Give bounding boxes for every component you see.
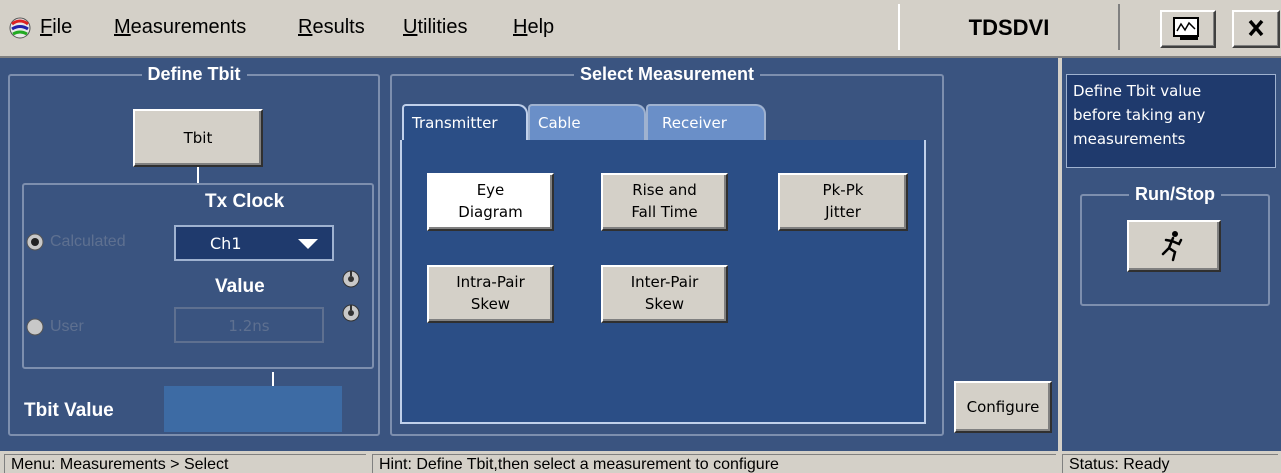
status-menu: Menu: Measurements > Select (4, 454, 366, 473)
tab-transmitter[interactable]: Transmitter (402, 104, 528, 140)
radio-unselected-icon (26, 318, 44, 336)
calculated-radio[interactable] (26, 233, 44, 251)
define-tbit-title-wrap: Define Tbit (10, 64, 378, 85)
title-box: TDSDVI (898, 4, 1120, 50)
knob-icon-svg (342, 304, 360, 322)
scope-window-icon (1173, 17, 1199, 40)
intra-pair-line1: Intra-Pair (456, 273, 525, 291)
knob-icon[interactable] (342, 304, 360, 322)
source-select-value: Ch1 (210, 234, 242, 253)
user-value-field[interactable]: 1.2ns (174, 307, 324, 343)
hint-line: measurements (1073, 130, 1186, 148)
close-icon (1248, 19, 1264, 37)
minimize-button[interactable] (1160, 10, 1216, 48)
menu-utilities-accel: U (403, 16, 418, 38)
tab-receiver[interactable]: Receiver (646, 104, 766, 140)
intra-pair-skew-button[interactable]: Intra-Pair Skew (427, 265, 554, 323)
connector-line (197, 167, 199, 183)
menu-utilities[interactable]: Utilities (403, 16, 467, 39)
tab-cable-label: Cable (538, 114, 581, 132)
rise-fall-line1: Rise and (632, 181, 697, 199)
configure-button[interactable]: Configure (954, 381, 1052, 433)
select-measurement-title-wrap: Select Measurement (392, 64, 942, 85)
status-state: Status: Ready (1062, 454, 1278, 473)
tab-cable[interactable]: Cable (528, 104, 646, 140)
right-separator (1058, 58, 1062, 451)
menu-results[interactable]: Results (298, 16, 365, 39)
intra-pair-line2: Skew (470, 295, 511, 313)
calculated-label: Calculated (50, 233, 126, 250)
app-icon[interactable] (8, 14, 32, 40)
tbit-value-label: Tbit Value (24, 400, 114, 421)
eye-diagram-button[interactable]: Eye Diagram (427, 173, 554, 231)
hint-box: Define Tbit value before taking any meas… (1066, 74, 1276, 168)
status-bar: Menu: Measurements > Select Hint: Define… (0, 451, 1281, 473)
pk-pk-jitter-button[interactable]: Pk-Pk Jitter (778, 173, 908, 231)
value-label: Value (215, 276, 265, 297)
inter-pair-skew-button[interactable]: Inter-Pair Skew (601, 265, 728, 323)
menu-utilities-rest: tilities (417, 16, 468, 38)
hint-line: before taking any (1073, 106, 1206, 124)
menu-results-accel: R (298, 16, 313, 38)
menu-measurements-accel: M (114, 16, 131, 38)
eye-diagram-line2: Diagram (458, 203, 523, 221)
tbit-button[interactable]: Tbit (133, 109, 263, 167)
select-measurement-title: Select Measurement (573, 64, 761, 84)
inter-pair-line2: Skew (644, 295, 685, 313)
menu-bar: File Measurements Results Utilities Help… (0, 0, 1281, 58)
chevron-down-icon (298, 239, 318, 249)
user-value-text: 1.2ns (228, 317, 270, 335)
menu-file-rest: ile (52, 16, 73, 38)
radio-selected-icon (26, 233, 44, 251)
menu-file-accel: F (40, 16, 53, 38)
close-button[interactable] (1232, 10, 1280, 48)
pk-pk-line1: Pk-Pk (822, 181, 864, 199)
menu-measurements[interactable]: Measurements (114, 16, 246, 39)
user-radio[interactable] (26, 318, 44, 336)
menu-help-accel: H (513, 16, 528, 38)
tbit-value-field (164, 386, 342, 432)
eye-diagram-line1: Eye (476, 181, 505, 199)
menu-help-rest: elp (527, 16, 555, 38)
menu-measurements-rest: easurements (130, 16, 247, 38)
tab-transmitter-label: Transmitter (412, 114, 498, 132)
run-stop-title: Run/Stop (1129, 184, 1221, 204)
run-stop-button[interactable] (1127, 220, 1221, 272)
define-tbit-title: Define Tbit (141, 64, 247, 84)
app-title: TDSDVI (968, 15, 1050, 40)
status-hint: Hint: Define Tbit,then select a measurem… (372, 454, 1056, 473)
tx-clock-title: Tx Clock (205, 191, 285, 212)
menu-results-rest: esults (312, 16, 365, 38)
user-label: User (50, 318, 84, 335)
pk-pk-line2: Jitter (825, 203, 861, 221)
tab-receiver-label: Receiver (662, 114, 727, 132)
knob-icon-svg (342, 270, 360, 288)
hint-line: Define Tbit value (1073, 82, 1202, 100)
menu-help[interactable]: Help (513, 16, 554, 39)
menu-file[interactable]: File (40, 16, 72, 39)
inter-pair-line1: Inter-Pair (630, 273, 699, 291)
knob-icon[interactable] (342, 270, 360, 288)
running-man-icon (1161, 231, 1183, 262)
run-stop-title-wrap: Run/Stop (1082, 184, 1268, 205)
rise-fall-line2: Fall Time (631, 203, 698, 221)
rise-fall-time-button[interactable]: Rise and Fall Time (601, 173, 728, 231)
source-select[interactable]: Ch1 (174, 225, 334, 261)
